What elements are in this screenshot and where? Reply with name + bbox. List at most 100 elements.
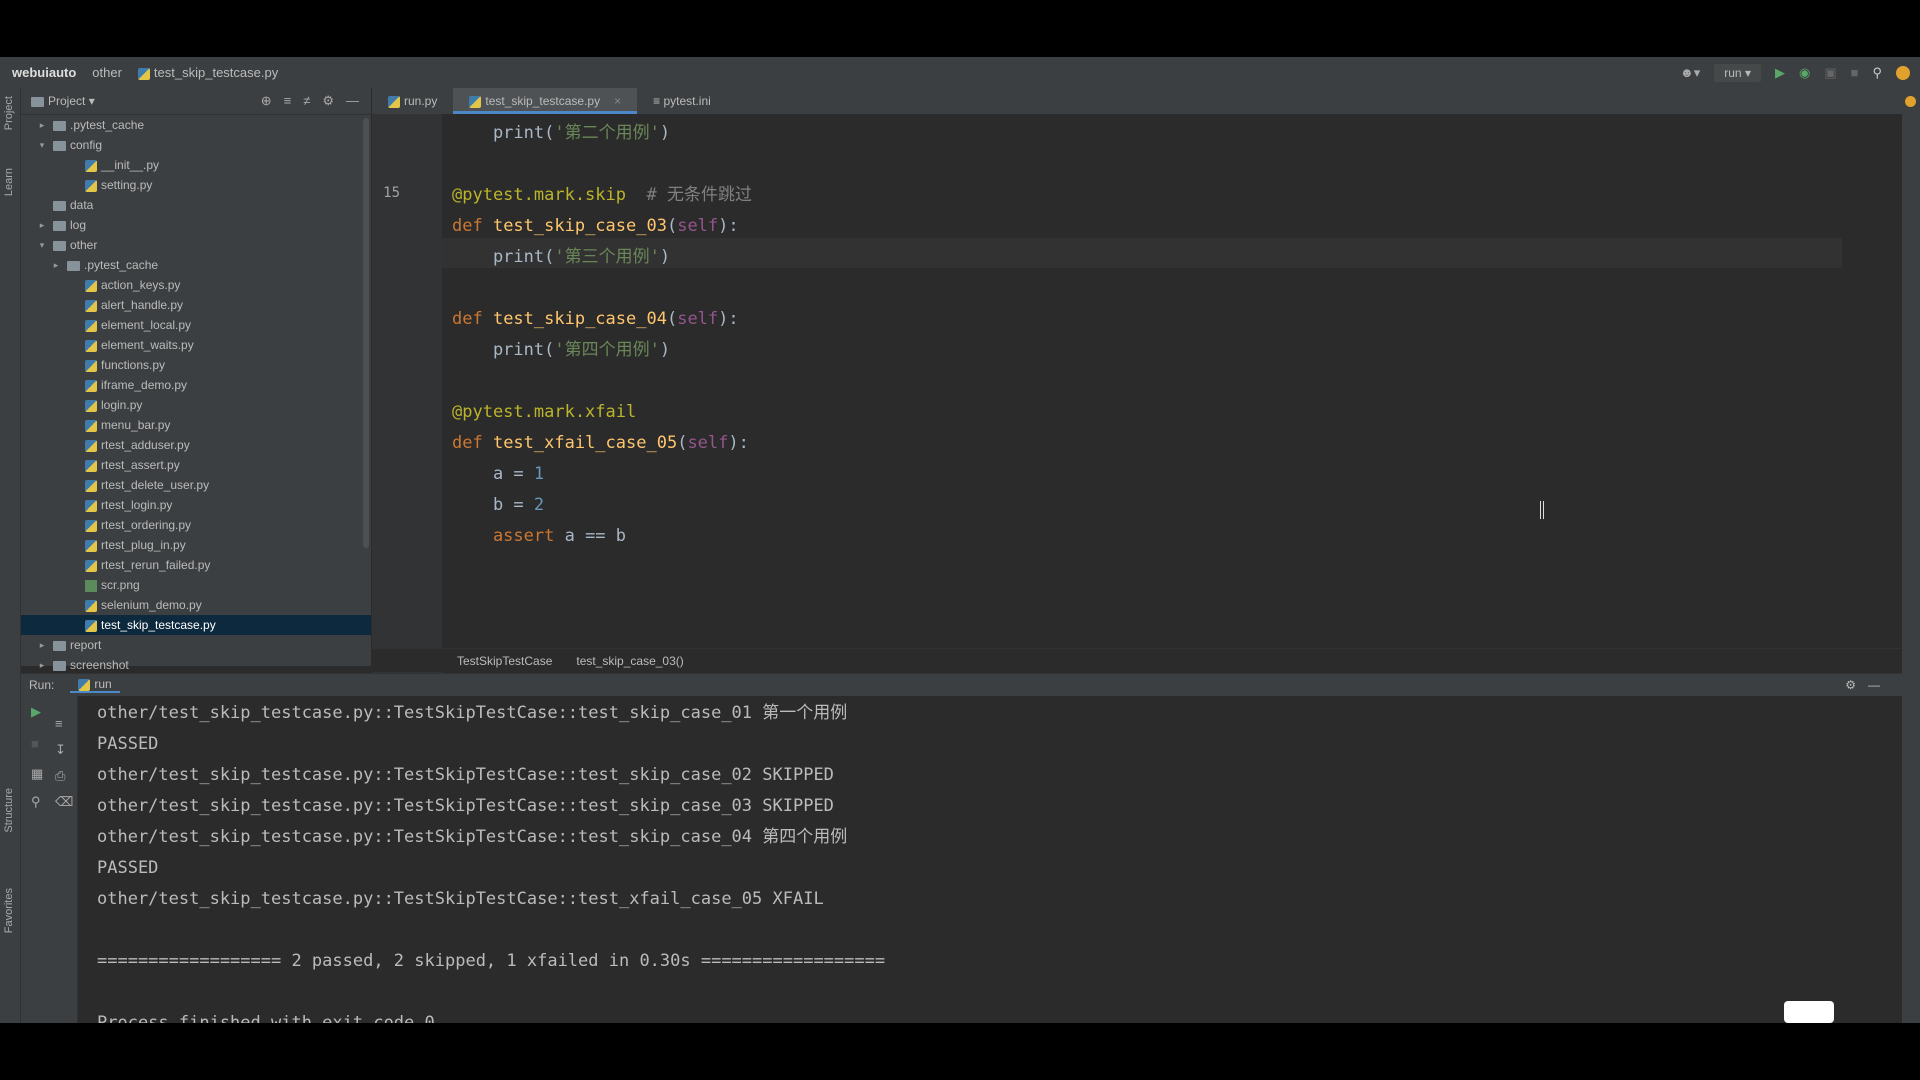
chevron-down-icon[interactable]: ▾ xyxy=(37,235,47,255)
folder-icon xyxy=(53,120,66,131)
pin-icon[interactable]: ⚲ xyxy=(31,794,41,810)
debug-icon[interactable]: ◉ xyxy=(1799,65,1810,81)
run-icon[interactable]: ▶ xyxy=(1775,65,1785,81)
tree-item[interactable]: ▾ other xyxy=(21,235,371,255)
rerun-icon[interactable]: ▶ xyxy=(31,704,41,720)
chevron-right-icon[interactable]: ▸ xyxy=(51,255,61,275)
breadcrumb-class[interactable]: TestSkipTestCase xyxy=(457,654,552,668)
minimize-icon[interactable]: — xyxy=(1868,678,1880,692)
tree-item-label: menu_bar.py xyxy=(101,418,171,432)
tree-item[interactable]: element_local.py xyxy=(21,315,371,335)
tree-item[interactable]: login.py xyxy=(21,395,371,415)
editor-tab[interactable]: ≡ pytest.ini xyxy=(637,88,727,114)
chevron-right-icon[interactable]: ▸ xyxy=(37,655,47,675)
nav-file[interactable]: test_skip_testcase.py xyxy=(137,65,278,80)
editor-tab[interactable]: test_skip_testcase.py × xyxy=(453,88,638,114)
breadcrumb-method[interactable]: test_skip_case_03() xyxy=(576,654,683,668)
tree-item[interactable]: ▸ screenshot xyxy=(21,655,371,675)
locate-icon[interactable]: ⊕ xyxy=(261,93,272,109)
chevron-down-icon[interactable]: ▾ xyxy=(37,135,47,155)
project-tool-tab[interactable]: Project xyxy=(3,96,15,130)
tree-item[interactable]: test_skip_testcase.py xyxy=(21,615,371,635)
favorites-tool-tab[interactable]: Favorites xyxy=(3,888,15,933)
code-line: @pytest.mark.skip # 无条件跳过 xyxy=(452,180,752,210)
code-line: assert a == b xyxy=(452,521,626,551)
tree-item[interactable]: rtest_delete_user.py xyxy=(21,475,371,495)
hide-icon[interactable]: — xyxy=(346,93,359,109)
learn-tool-tab[interactable]: Learn xyxy=(3,168,15,196)
tree-item[interactable]: selenium_demo.py xyxy=(21,595,371,615)
editor-tabs: run.py test_skip_testcase.py × ≡ pytest.ini xyxy=(372,88,1902,114)
scroll-end-icon[interactable]: ↧ xyxy=(55,742,66,758)
expand-all-icon[interactable]: ≡ xyxy=(284,93,292,109)
run-config-select[interactable]: run ▾ xyxy=(1714,63,1761,82)
tree-item[interactable]: rtest_ordering.py xyxy=(21,515,371,535)
notification-icon[interactable] xyxy=(1905,96,1916,107)
code-token: @pytest.mark.skip xyxy=(452,185,626,205)
console-line: other/test_skip_testcase.py::TestSkipTes… xyxy=(97,765,834,785)
tree-item-content: rtest_adduser.py xyxy=(85,435,190,455)
ide-window: webuiauto other test_skip_testcase.py ☻▾… xyxy=(0,57,1920,1023)
structure-tool-tab[interactable]: Structure xyxy=(3,788,15,833)
tree-item[interactable]: iframe_demo.py xyxy=(21,375,371,395)
tree-item-content: rtest_rerun_failed.py xyxy=(85,555,210,575)
restore-layout-icon[interactable]: ▦ xyxy=(31,766,43,782)
print-icon[interactable]: ⎙ xyxy=(55,768,65,784)
editor-tab-label: test_skip_testcase.py xyxy=(485,94,601,108)
tree-item-content: action_keys.py xyxy=(85,275,180,295)
run-tab[interactable]: run xyxy=(70,677,120,693)
tree-item[interactable]: __init__.py xyxy=(21,155,371,175)
search-icon[interactable]: ⚲ xyxy=(1872,65,1882,81)
nav-project[interactable]: webuiauto xyxy=(12,65,76,80)
tree-item[interactable]: setting.py xyxy=(21,175,371,195)
update-icon[interactable] xyxy=(1896,65,1910,80)
tree-item-label: rtest_login.py xyxy=(101,498,173,512)
python-file-icon xyxy=(85,559,97,572)
project-panel: Project ▾ ⊕ ≡ ≠ ⚙ — ▸ .pytest_cache ▾ confi… xyxy=(21,88,371,672)
project-view-selector[interactable]: Project ▾ xyxy=(31,94,95,108)
coverage-icon[interactable]: ▣ xyxy=(1824,65,1836,81)
chevron-right-icon[interactable]: ▸ xyxy=(37,215,47,235)
nav-folder[interactable]: other xyxy=(92,65,122,80)
tree-item[interactable]: rtest_assert.py xyxy=(21,455,371,475)
tree-item[interactable]: rtest_login.py xyxy=(21,495,371,515)
tree-item[interactable]: menu_bar.py xyxy=(21,415,371,435)
code-editor[interactable]: 15 print('第二个用例') @pytest.mark.skip # 无条件… xyxy=(372,114,1902,689)
gear-icon[interactable]: ⚙ xyxy=(322,93,334,109)
stop-icon[interactable]: ■ xyxy=(1851,65,1859,80)
tree-item[interactable]: ▸ .pytest_cache xyxy=(21,255,371,275)
tree-item[interactable]: element_waits.py xyxy=(21,335,371,355)
project-scrollbar[interactable] xyxy=(363,118,369,548)
chevron-right-icon[interactable]: ▸ xyxy=(37,635,47,655)
tree-item[interactable]: ▸ report xyxy=(21,635,371,655)
tree-item[interactable]: functions.py xyxy=(21,355,371,375)
user-icon[interactable]: ☻▾ xyxy=(1680,65,1700,81)
run-panel-header: Run: run ⚙ — xyxy=(21,673,1902,696)
settings-icon[interactable]: ⚙ xyxy=(1845,678,1856,692)
chevron-right-icon[interactable]: ▸ xyxy=(37,115,47,135)
tree-item-label: other xyxy=(70,238,98,252)
tree-item[interactable]: action_keys.py xyxy=(21,275,371,295)
code-token: @pytest.mark.xfail xyxy=(452,402,637,422)
collapse-all-icon[interactable]: ≠ xyxy=(303,93,310,109)
tree-item-label: log xyxy=(70,218,87,232)
tree-item[interactable]: rtest_adduser.py xyxy=(21,435,371,455)
console-toolbar: ▶ ≡ ■ ↧ ▦ ⎙ ⚲ ⌫ xyxy=(21,696,78,1023)
tree-item[interactable]: ▸ .pytest_cache xyxy=(21,115,371,135)
tree-item[interactable]: scr.png xyxy=(21,575,371,595)
tree-item[interactable]: ▸ log xyxy=(21,215,371,235)
python-file-icon xyxy=(85,599,97,612)
tree-item[interactable]: rtest_plug_in.py xyxy=(21,535,371,555)
tree-item[interactable]: data xyxy=(21,195,371,215)
close-tab-icon[interactable]: × xyxy=(614,94,621,108)
python-file-icon xyxy=(85,439,97,452)
tree-item[interactable]: ▾ config xyxy=(21,135,371,155)
editor-tab[interactable]: run.py xyxy=(372,88,453,114)
stop-run-icon[interactable]: ■ xyxy=(31,736,39,751)
code-token: # 无条件跳过 xyxy=(626,185,752,205)
tree-item-content: __init__.py xyxy=(85,155,159,175)
tree-item[interactable]: rtest_rerun_failed.py xyxy=(21,555,371,575)
tree-item[interactable]: alert_handle.py xyxy=(21,295,371,315)
soft-wrap-icon[interactable]: ≡ xyxy=(55,716,63,731)
trash-icon[interactable]: ⌫ xyxy=(55,794,73,810)
